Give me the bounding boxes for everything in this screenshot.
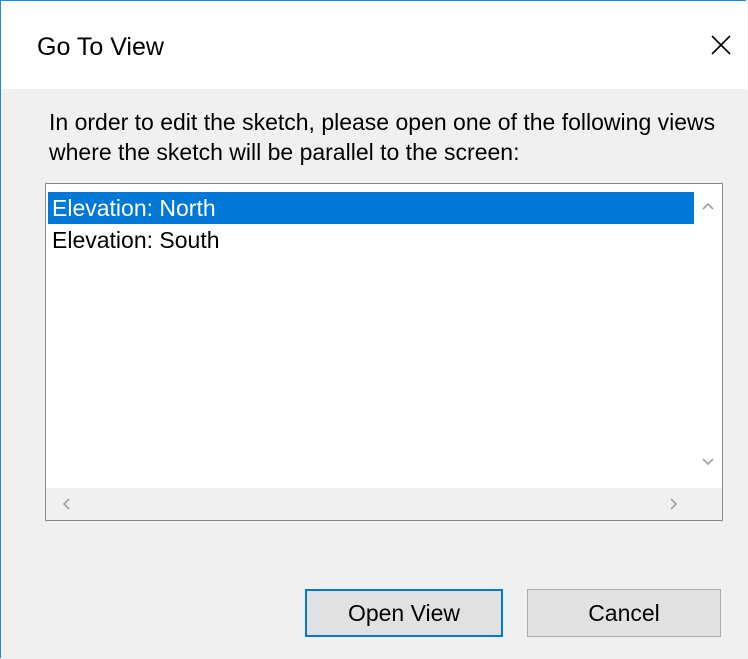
close-icon	[711, 35, 731, 55]
chevron-right-icon	[670, 498, 678, 510]
scroll-left-arrow[interactable]	[52, 490, 80, 518]
open-view-button[interactable]: Open View	[305, 589, 503, 637]
title-bar: Go To View	[1, 1, 747, 89]
views-list: Elevation: North Elevation: South	[48, 192, 696, 256]
scroll-down-arrow[interactable]	[694, 448, 722, 476]
close-button[interactable]	[697, 21, 745, 69]
scroll-up-arrow[interactable]	[694, 192, 722, 220]
dialog-title: Go To View	[37, 33, 164, 61]
horizontal-scrollbar[interactable]	[46, 488, 694, 520]
scroll-right-arrow[interactable]	[660, 490, 688, 518]
list-item-elevation-north[interactable]: Elevation: North	[48, 192, 696, 224]
scrollbar-corner	[694, 488, 722, 520]
chevron-left-icon	[62, 498, 70, 510]
chevron-up-icon	[702, 202, 714, 210]
views-listbox[interactable]: Elevation: North Elevation: South	[45, 183, 723, 521]
list-item-elevation-south[interactable]: Elevation: South	[48, 224, 696, 256]
instruction-message: In order to edit the sketch, please open…	[49, 109, 716, 165]
go-to-view-dialog: Go To View In order to edit the sketch, …	[0, 0, 747, 659]
chevron-down-icon	[702, 458, 714, 466]
cancel-button[interactable]: Cancel	[527, 589, 721, 637]
vertical-scrollbar[interactable]	[694, 184, 722, 488]
